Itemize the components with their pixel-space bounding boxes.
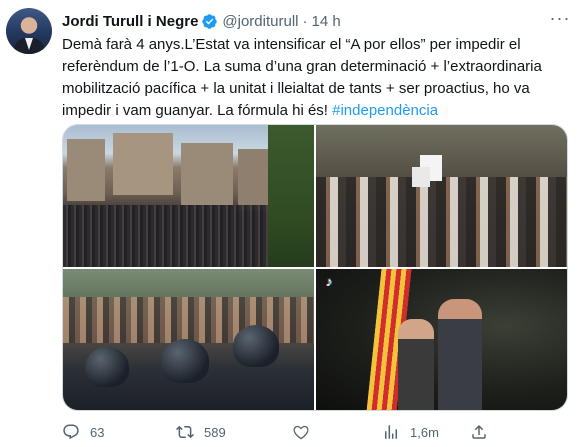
photo-seated-crowd[interactable]	[316, 125, 567, 267]
views-button[interactable]: 1,6m	[382, 423, 439, 441]
photo-police-line[interactable]	[63, 269, 314, 410]
photo-building	[67, 139, 105, 201]
author-handle[interactable]: @jorditurull	[222, 13, 298, 30]
photo-people	[316, 177, 567, 267]
media-grid: ♪	[62, 124, 568, 411]
hashtag-link[interactable]: #independència	[332, 102, 438, 119]
retweet-icon	[176, 425, 194, 439]
tweet-card[interactable]: Jordi Turull i Negre @jorditurull · 14 h…	[0, 0, 582, 447]
verified-badge-icon	[202, 13, 218, 29]
photo-night-flag[interactable]: ♪	[316, 269, 567, 410]
reply-count: 63	[90, 424, 105, 440]
photo-sign	[412, 167, 430, 187]
tiktok-icon: ♪	[325, 274, 333, 289]
reply-button[interactable]: 63	[62, 423, 104, 441]
tweet-text-body: Demà farà 4 anys.L’Estat va intensificar…	[62, 36, 542, 119]
share-button[interactable]	[470, 423, 488, 441]
tweet-text: Demà farà 4 anys.L’Estat va intensificar…	[62, 34, 567, 122]
like-icon	[293, 425, 309, 440]
tweet-header: Jordi Turull i Negre @jorditurull · 14 h	[62, 11, 341, 31]
reply-icon	[63, 424, 79, 440]
action-bar: 63 589 1,6m	[62, 421, 512, 443]
photo-helmet	[161, 339, 209, 383]
photo-helmet	[85, 347, 129, 387]
photo-building	[113, 133, 173, 195]
avatar[interactable]	[6, 8, 52, 54]
views-icon	[385, 425, 397, 439]
share-icon	[472, 424, 486, 439]
views-count: 1,6m	[410, 424, 439, 440]
header-separator: ·	[302, 12, 308, 30]
photo-helmet	[233, 325, 279, 367]
photo-person	[398, 319, 434, 410]
photo-person	[438, 299, 482, 410]
more-icon[interactable]: ···	[548, 9, 572, 30]
photo-building	[238, 149, 268, 211]
like-button[interactable]	[292, 423, 320, 441]
photo-building	[181, 143, 233, 205]
retweet-button[interactable]: 589	[176, 423, 226, 441]
retweet-count: 589	[204, 424, 226, 440]
author-display-name[interactable]: Jordi Turull i Negre	[62, 13, 198, 30]
tweet-timestamp[interactable]: 14 h	[312, 13, 341, 30]
photo-aerial-crowd[interactable]	[63, 125, 314, 267]
photo-trees	[268, 125, 314, 267]
